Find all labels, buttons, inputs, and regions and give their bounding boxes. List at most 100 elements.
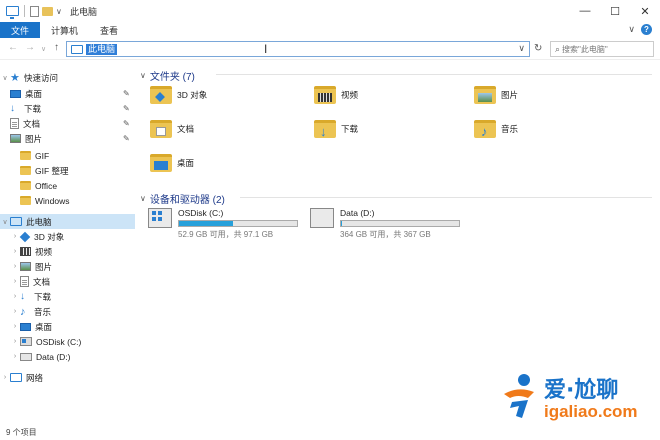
chevron-right-icon[interactable]: › (10, 263, 20, 270)
address-dropdown-button[interactable]: ∨ (518, 43, 525, 54)
sidebar-item-downloads[interactable]: ↓ 下载 (10, 101, 41, 116)
sidebar-item-label: Windows (35, 195, 70, 206)
sidebar-item-label: OSDisk (C:) (36, 336, 82, 347)
folder-icon (20, 166, 31, 175)
drive-icon (310, 208, 334, 228)
sidebar-item-desktop[interactable]: 桌面 (10, 86, 42, 101)
sidebar-item-3d-objects[interactable]: › 3D 对象 (10, 229, 64, 244)
drive-c[interactable]: OSDisk (C:) 52.9 GB 可用，共 97.1 GB (148, 208, 298, 240)
maximize-button[interactable]: ☐ (600, 0, 630, 22)
3d-objects-folder-icon (150, 86, 172, 104)
sidebar-item-windows[interactable]: Windows (20, 193, 69, 208)
document-icon (20, 276, 29, 287)
chevron-down-icon[interactable]: ∨ (140, 71, 146, 80)
divider (240, 197, 652, 198)
sidebar-item-videos[interactable]: › 视频 (10, 244, 52, 259)
folder-icon (20, 196, 31, 205)
drive-icon (20, 352, 32, 361)
sidebar-item-label: 下载 (24, 103, 42, 114)
pin-icon[interactable]: ✎ (123, 134, 130, 143)
recent-locations-button[interactable]: ∨ (41, 45, 46, 53)
sidebar-item-desktop-pc[interactable]: › 桌面 (10, 319, 52, 334)
chevron-down-icon[interactable]: ∨ (140, 194, 146, 203)
separator (24, 5, 25, 17)
chevron-right-icon[interactable]: › (10, 323, 20, 330)
sidebar-item-network[interactable]: › 网络 (0, 370, 43, 385)
sidebar-item-music[interactable]: › ♪ 音乐 (10, 304, 51, 319)
search-icon: ⌕ (555, 43, 561, 54)
chevron-right-icon[interactable]: › (10, 248, 20, 255)
search-box[interactable]: ⌕ 搜索"此电脑" (550, 41, 654, 57)
folder-label: 图片 (501, 90, 519, 100)
folder-music[interactable]: ♪ 音乐 (474, 120, 518, 138)
ribbon-right: ∨ ? (628, 24, 652, 35)
customize-toolbar-icon[interactable]: ∨ (56, 7, 62, 16)
folder-3d-objects[interactable]: 3D 对象 (150, 86, 207, 104)
sidebar-item-this-pc[interactable]: ∨ 此电脑 (0, 214, 135, 229)
sidebar-item-label: 3D 对象 (34, 231, 65, 242)
pictures-icon (20, 262, 31, 271)
folder-downloads[interactable]: ↓ 下载 (314, 120, 358, 138)
pin-icon[interactable]: ✎ (123, 89, 130, 98)
computer-icon (6, 6, 19, 19)
group-title: 设备和驱动器 (2) (149, 195, 225, 206)
address-bar[interactable]: 此电脑 I ∨ (66, 41, 530, 57)
forward-button[interactable]: → (25, 42, 35, 53)
sidebar-item-label: GIF 整理 (35, 165, 69, 176)
folder-desktop[interactable]: 桌面 (150, 154, 194, 172)
network-icon (10, 373, 22, 382)
chevron-right-icon[interactable]: › (10, 293, 20, 300)
properties-icon[interactable] (30, 5, 39, 17)
up-button[interactable]: ↑ (54, 42, 59, 53)
tab-file[interactable]: 文件 (0, 22, 41, 38)
chevron-right-icon[interactable]: › (10, 308, 20, 315)
sidebar-item-gif[interactable]: GIF (20, 148, 49, 163)
drive-usage-fill (179, 221, 234, 226)
folders-group-header[interactable]: ∨ 文件夹 (7) (140, 68, 195, 83)
computer-icon (71, 44, 83, 54)
sidebar-item-downloads-pc[interactable]: › ↓ 下载 (10, 289, 51, 304)
sidebar-item-quick-access[interactable]: ∨ ★ 快速访问 (0, 70, 135, 85)
download-icon: ↓ (20, 290, 25, 302)
back-button[interactable]: ← (8, 42, 18, 53)
chevron-down-icon[interactable]: ∨ (0, 74, 10, 82)
sidebar-item-osdisk[interactable]: › OSDisk (C:) (10, 334, 82, 349)
download-icon: ↓ (10, 102, 15, 114)
sidebar-item-documents-pc[interactable]: › 文档 (10, 274, 50, 289)
sidebar-item-documents[interactable]: 文档 (10, 116, 40, 131)
sidebar-item-office[interactable]: Office (20, 178, 57, 193)
folder-pictures[interactable]: 图片 (474, 86, 518, 104)
minimize-button[interactable]: — (570, 0, 600, 22)
sidebar-item-pictures-pc[interactable]: › 图片 (10, 259, 52, 274)
close-button[interactable]: ✕ (630, 0, 660, 22)
drive-free-space: 52.9 GB 可用，共 97.1 GB (178, 230, 274, 239)
drive-d[interactable]: Data (D:) 364 GB 可用，共 367 GB (310, 208, 460, 240)
tab-computer[interactable]: 计算机 (40, 22, 89, 38)
drive-info: OSDisk (C:) 52.9 GB 可用，共 97.1 GB (178, 208, 298, 240)
folder-icon (20, 181, 31, 190)
pin-icon[interactable]: ✎ (123, 104, 130, 113)
quick-access-toolbar: ∨ (6, 4, 62, 19)
refresh-button[interactable]: ↻ (534, 43, 542, 54)
address-text[interactable]: 此电脑 (86, 43, 118, 55)
sidebar-item-data-drive[interactable]: › Data (D:) (10, 349, 71, 364)
expand-ribbon-icon[interactable]: ∨ (628, 24, 635, 35)
chevron-right-icon[interactable]: › (10, 353, 20, 360)
sidebar-item-pictures[interactable]: 图片 (10, 131, 42, 146)
chevron-down-icon[interactable]: ∨ (0, 218, 10, 226)
documents-folder-icon (150, 120, 172, 138)
chevron-right-icon[interactable]: › (10, 278, 20, 285)
tab-view[interactable]: 查看 (89, 22, 129, 38)
pin-icon[interactable]: ✎ (123, 119, 130, 128)
help-icon[interactable]: ? (641, 24, 652, 35)
sidebar-item-gif-sorted[interactable]: GIF 整理 (20, 163, 69, 178)
chevron-right-icon[interactable]: › (10, 338, 20, 345)
watermark-name: 爱·尬聊 (544, 378, 619, 403)
folder-documents[interactable]: 文档 (150, 120, 194, 138)
folder-videos[interactable]: 视频 (314, 86, 358, 104)
chevron-right-icon[interactable]: › (0, 374, 10, 381)
folder-icon (20, 151, 31, 160)
drives-group-header[interactable]: ∨ 设备和驱动器 (2) (140, 191, 225, 206)
desktop-icon (10, 89, 21, 98)
new-folder-icon[interactable] (42, 6, 53, 16)
